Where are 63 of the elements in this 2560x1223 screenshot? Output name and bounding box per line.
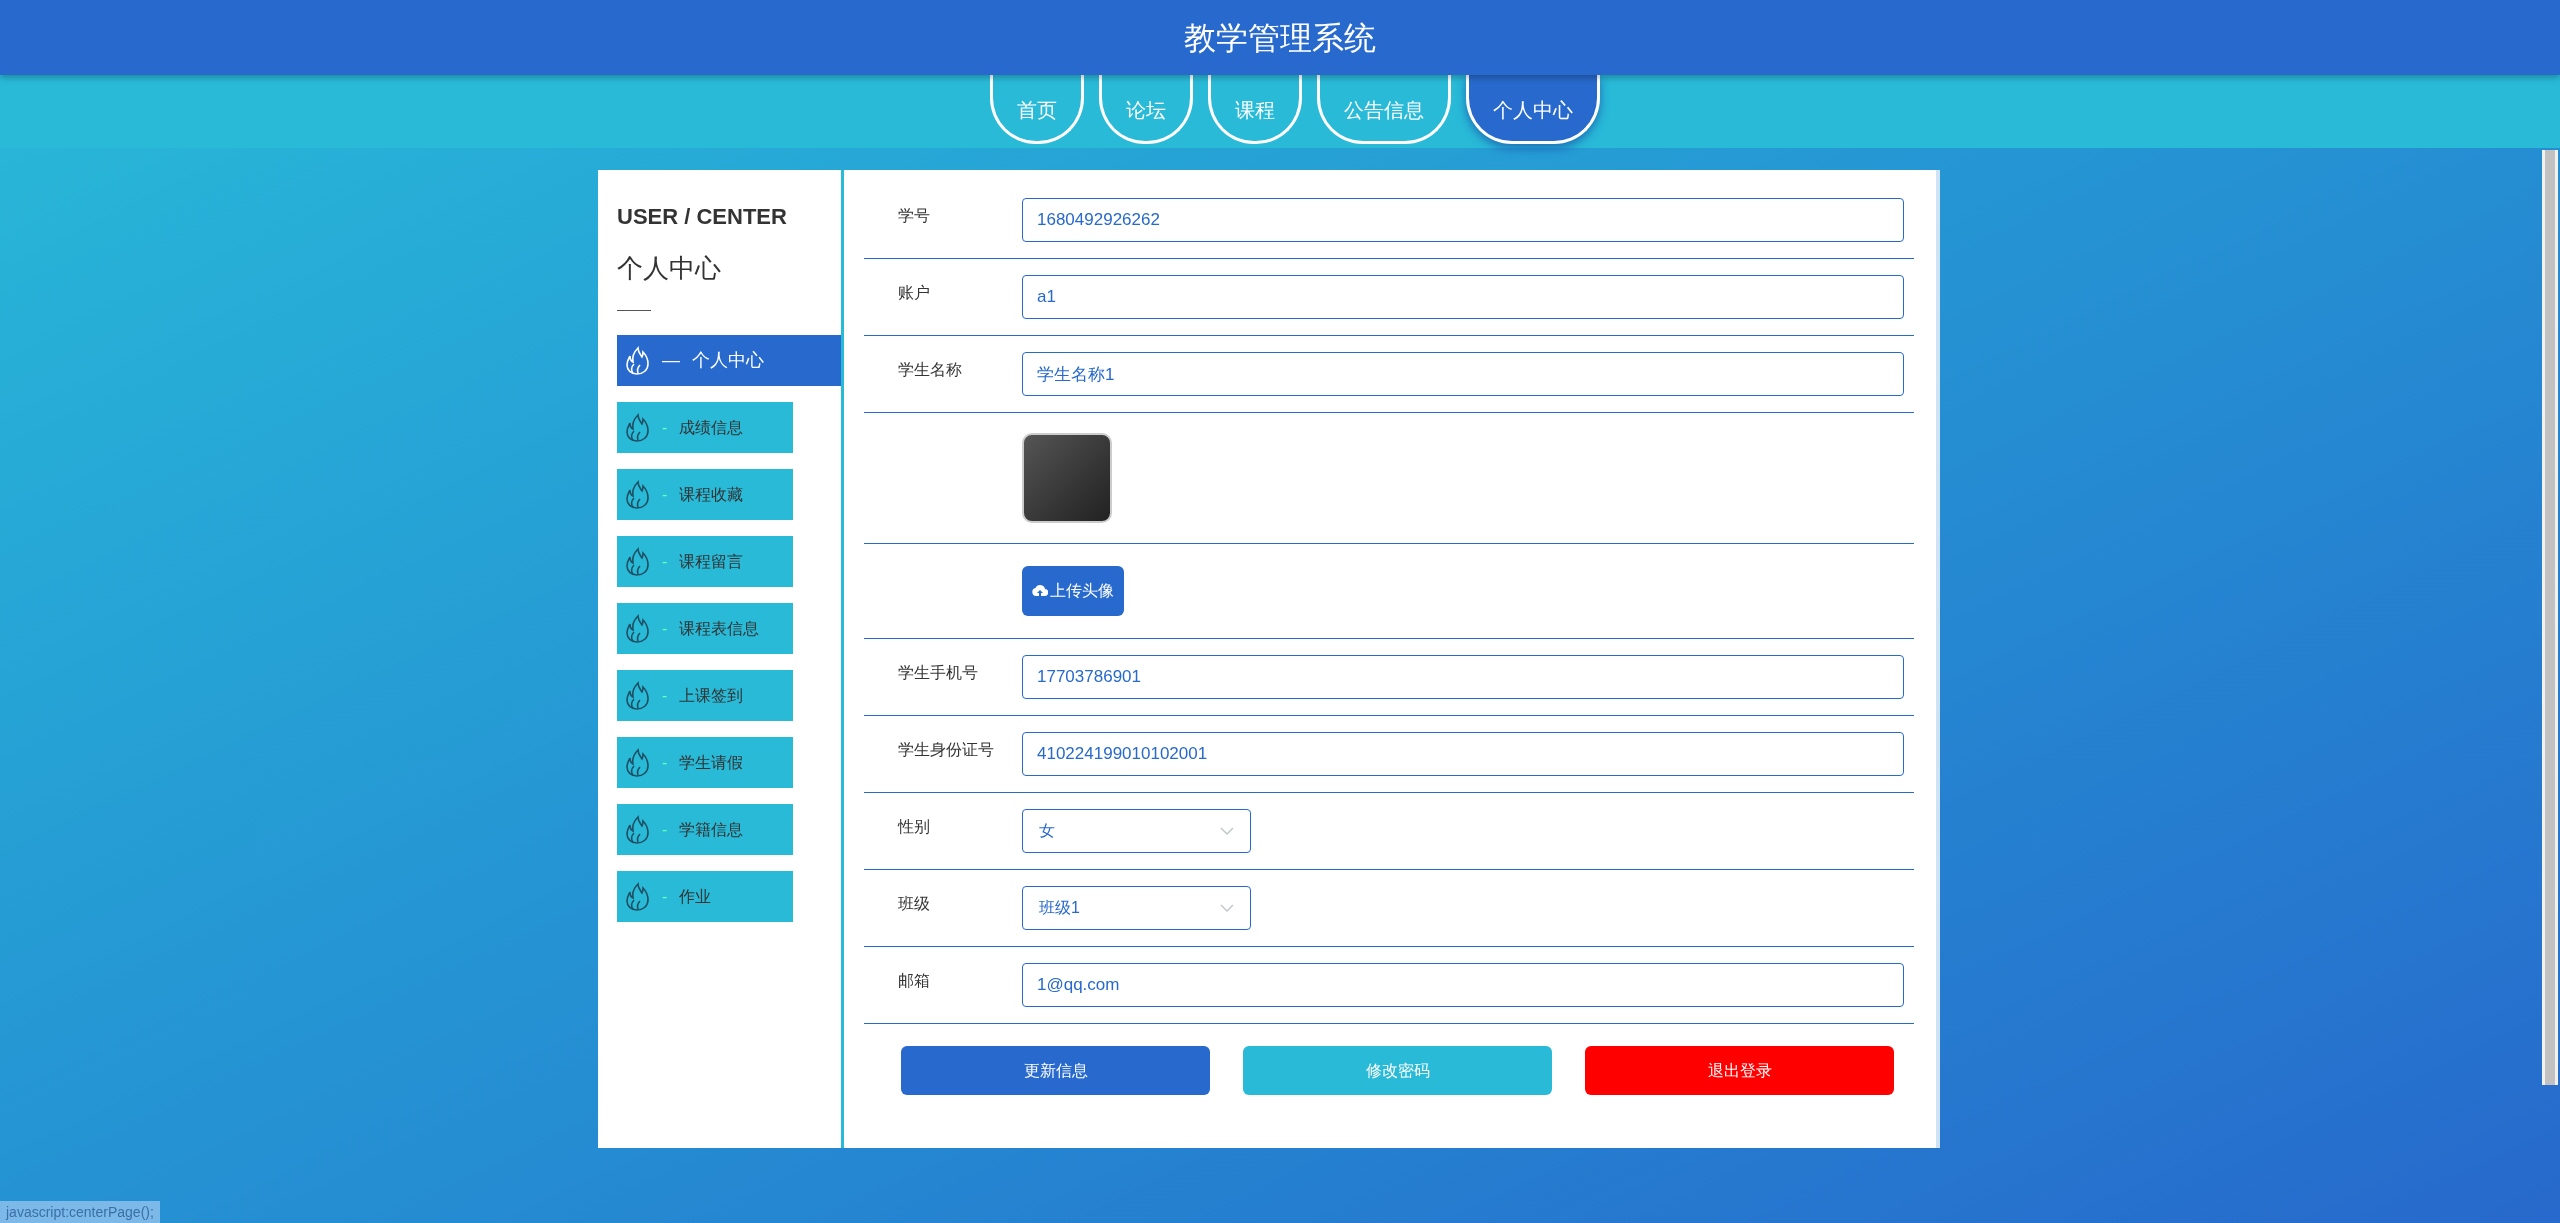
text-field[interactable]: 1@qq.com — [1022, 963, 1904, 1007]
flame-icon — [624, 613, 650, 644]
field-label: 账户 — [898, 283, 931, 303]
sidebar-item[interactable]: - 课程收藏 — [617, 469, 793, 520]
field-label: 性别 — [898, 817, 931, 837]
sidebar-item-label: 作业 — [679, 886, 712, 907]
flame-icon — [624, 479, 650, 510]
sidebar-item[interactable]: - 课程留言 — [617, 536, 793, 587]
text-field[interactable]: 学生名称1 — [1022, 352, 1904, 396]
sidebar-item[interactable]: - 课程表信息 — [617, 603, 793, 654]
sidebar-item-label: 上课签到 — [679, 685, 744, 706]
dash-mark: — — [662, 349, 680, 372]
select-field[interactable]: 女 — [1022, 809, 1251, 853]
chevron-down-icon — [1220, 904, 1234, 912]
sidebar-item-label: 课程留言 — [679, 551, 744, 572]
sidebar-item-label: 学籍信息 — [679, 819, 744, 840]
text-field[interactable]: a1 — [1022, 275, 1904, 319]
field-label: 班级 — [898, 894, 931, 914]
dash-mark: - — [662, 685, 668, 706]
nav-tab[interactable]: 个人中心 — [1466, 75, 1600, 144]
flame-icon — [624, 546, 650, 577]
dash-mark: - — [662, 886, 668, 907]
field-label: 邮箱 — [898, 971, 931, 991]
text-field[interactable]: 1680492926262 — [1022, 198, 1904, 242]
form-button[interactable]: 退出登录 — [1585, 1046, 1894, 1095]
flame-icon — [624, 680, 650, 711]
text-field[interactable]: 17703786901 — [1022, 655, 1904, 699]
sidebar-item-label: 个人中心 — [692, 349, 764, 372]
select-field[interactable]: 班级1 — [1022, 886, 1251, 930]
flame-icon — [624, 412, 650, 443]
sidebar-item[interactable]: - 上课签到 — [617, 670, 793, 721]
dash-mark: - — [662, 618, 668, 639]
flame-icon — [624, 881, 650, 912]
sidebar-item[interactable]: — 个人中心 — [617, 335, 841, 386]
dash-mark: - — [662, 819, 668, 840]
status-bar: javascript:centerPage(); — [0, 1201, 160, 1223]
sidebar-item-label: 课程收藏 — [679, 484, 744, 505]
field-label: 学生名称 — [898, 360, 963, 380]
text-field[interactable]: 410224199010102001 — [1022, 732, 1904, 776]
dash-mark: - — [662, 752, 668, 773]
field-label: 学生身份证号 — [898, 740, 995, 760]
sidebar-item[interactable]: - 作业 — [617, 871, 793, 922]
sidebar-item[interactable]: - 成绩信息 — [617, 402, 793, 453]
form-button[interactable]: 更新信息 — [901, 1046, 1210, 1095]
field-label: 学生手机号 — [898, 663, 979, 683]
flame-icon — [624, 814, 650, 845]
sidebar-item-label: 成绩信息 — [679, 417, 744, 438]
upload-button[interactable]: 上传头像 — [1022, 566, 1124, 616]
sidebar-item-label: 学生请假 — [679, 752, 744, 773]
chevron-down-icon — [1220, 827, 1234, 835]
sidebar-title: 个人中心 — [617, 252, 722, 285]
cloud-upload-icon — [1032, 585, 1048, 597]
flame-icon — [624, 747, 650, 778]
sidebar-item[interactable]: - 学生请假 — [617, 737, 793, 788]
flame-icon — [624, 345, 650, 376]
sidebar-eyebrow: USER / CENTER — [617, 203, 788, 231]
sidebar-item-label: 课程表信息 — [679, 618, 760, 639]
dash-mark: - — [662, 551, 668, 572]
dash-mark: - — [662, 417, 668, 438]
site-title: 教学管理系统 — [1184, 18, 1376, 58]
field-label: 学号 — [898, 206, 931, 226]
sidebar-item[interactable]: - 学籍信息 — [617, 804, 793, 855]
dash-mark: - — [662, 484, 668, 505]
